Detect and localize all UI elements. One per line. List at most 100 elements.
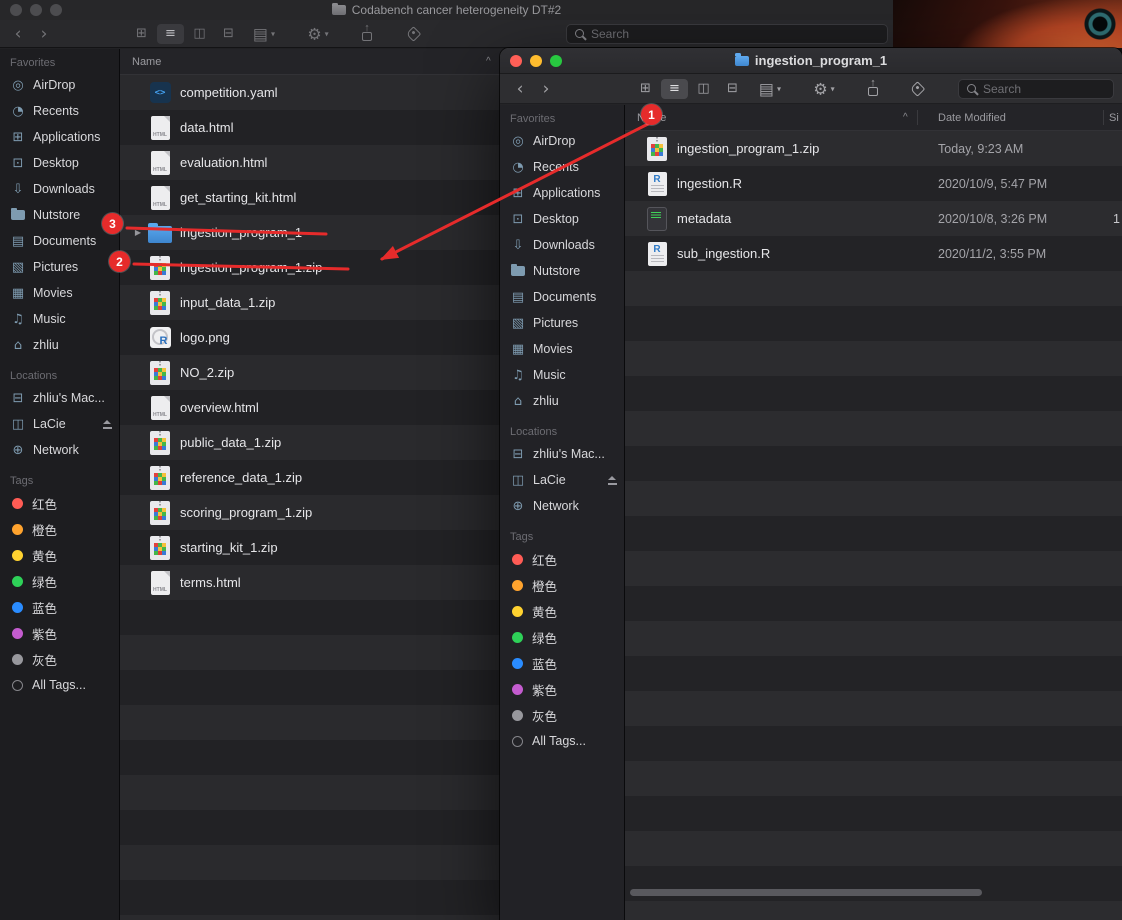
close-button[interactable]	[510, 55, 522, 67]
sidebar-item-desktop[interactable]: ⊡Desktop	[0, 150, 119, 176]
sidebar-item-downloads[interactable]: ⇩Downloads	[500, 232, 624, 258]
sidebar-tag-orange[interactable]: 橙色	[500, 572, 624, 598]
horizontal-scrollbar[interactable]	[630, 889, 982, 896]
yellow-tag-icon	[12, 550, 23, 561]
sidebar-item-documents[interactable]: ▤Documents	[500, 284, 624, 310]
search-icon	[574, 28, 586, 40]
minimize-button[interactable]	[30, 4, 42, 16]
file-row[interactable]: sub_ingestion.R 2020/11/2, 3:55 PM	[625, 236, 1122, 271]
sidebar-item-mac[interactable]: ⊟zhliu's Mac...	[500, 441, 624, 467]
zoom-button[interactable]	[550, 55, 562, 67]
sidebar-item-desktop[interactable]: ⊡Desktop	[500, 206, 624, 232]
group-button[interactable]: ▤▾	[752, 79, 788, 98]
name-column-header[interactable]: Name	[132, 56, 161, 68]
close-button[interactable]	[10, 4, 22, 16]
sidebar-item-music[interactable]: ♫Music	[0, 306, 119, 332]
back-button[interactable]: ‹	[6, 23, 30, 45]
sidebar-tag-green[interactable]: 绿色	[500, 624, 624, 650]
sidebar-item-home[interactable]: ⌂zhliu	[0, 332, 119, 358]
sidebar-tag-red[interactable]: 红色	[0, 490, 119, 516]
eject-icon[interactable]	[607, 476, 618, 485]
column-view-button[interactable]: ◫	[186, 24, 213, 44]
sidebar-item-network[interactable]: ⊕Network	[0, 437, 119, 463]
sidebar-tag-red[interactable]: 红色	[500, 546, 624, 572]
tag-button[interactable]	[398, 28, 428, 39]
network-icon: ⊕	[10, 444, 26, 457]
airdrop-icon: ◎	[510, 135, 526, 148]
sidebar-tag-yellow[interactable]: 黄色	[500, 598, 624, 624]
file-name: logo.png	[180, 330, 230, 345]
search-field[interactable]	[958, 79, 1114, 99]
sidebar-item-network[interactable]: ⊕Network	[500, 493, 624, 519]
file-row[interactable]: ingestion_program_1.zip Today, 9:23 AM	[625, 131, 1122, 166]
search-input[interactable]	[591, 27, 880, 41]
name-column-header[interactable]: Name	[637, 112, 666, 124]
sidebar-all-tags[interactable]: All Tags...	[500, 728, 624, 754]
sidebar-item-nutstore[interactable]: Nutstore	[0, 202, 119, 228]
sidebar-item-lacie[interactable]: ◫LaCie	[500, 467, 624, 493]
sidebar-section-locations: Locations	[500, 426, 624, 441]
group-button[interactable]: ▤▾	[246, 24, 282, 43]
minimize-button[interactable]	[530, 55, 542, 67]
sidebar-tag-blue[interactable]: 蓝色	[500, 650, 624, 676]
tag-button[interactable]	[902, 83, 932, 94]
sidebar-tag-green[interactable]: 绿色	[0, 568, 119, 594]
sidebar-item-recents[interactable]: ◔Recents	[0, 98, 119, 124]
disclosure-triangle-icon[interactable]: ▶	[130, 228, 146, 237]
sidebar-item-music[interactable]: ♫Music	[500, 362, 624, 388]
share-button[interactable]	[352, 26, 382, 42]
zoom-button[interactable]	[50, 4, 62, 16]
tag-icon	[405, 26, 421, 42]
sidebar-item-movies[interactable]: ▦Movies	[0, 280, 119, 306]
clock-icon: ◔	[510, 161, 526, 174]
action-gear-button[interactable]: ⚙▾	[298, 24, 338, 43]
icon-view-button[interactable]: ⊞	[632, 79, 659, 99]
front-window-titlebar[interactable]: ingestion_program_1	[500, 48, 1122, 74]
sidebar-item-applications[interactable]: ⊞Applications	[500, 180, 624, 206]
sidebar-tag-purple[interactable]: 紫色	[500, 676, 624, 702]
sidebar-tag-blue[interactable]: 蓝色	[0, 594, 119, 620]
sidebar-item-lacie[interactable]: ◫LaCie	[0, 411, 119, 437]
sidebar-item-documents[interactable]: ▤Documents	[0, 228, 119, 254]
r-file-icon	[648, 172, 667, 196]
size-column-header[interactable]: Si	[1109, 112, 1119, 124]
share-button[interactable]	[858, 81, 888, 97]
sidebar-item-nutstore[interactable]: Nutstore	[500, 258, 624, 284]
forward-button[interactable]: ›	[32, 23, 56, 45]
sidebar-item-recents[interactable]: ◔Recents	[500, 154, 624, 180]
sidebar-tag-purple[interactable]: 紫色	[0, 620, 119, 646]
sidebar-item-home[interactable]: ⌂zhliu	[500, 388, 624, 414]
sidebar-item-pictures[interactable]: ▧Pictures	[0, 254, 119, 280]
list-view-button[interactable]: ≡	[661, 79, 688, 99]
search-input[interactable]	[983, 82, 1106, 96]
list-view-button[interactable]: ≡	[157, 24, 184, 44]
sidebar-tag-gray[interactable]: 灰色	[500, 702, 624, 728]
gallery-view-button[interactable]: ⊟	[215, 24, 242, 44]
sidebar-item-movies[interactable]: ▦Movies	[500, 336, 624, 362]
icon-view-button[interactable]: ⊞	[128, 24, 155, 44]
action-gear-button[interactable]: ⚙▾	[804, 79, 844, 98]
sidebar-item-downloads[interactable]: ⇩Downloads	[0, 176, 119, 202]
file-name: terms.html	[180, 575, 241, 590]
bg-window-titlebar[interactable]: Codabench cancer heterogeneity DT#2	[0, 0, 893, 20]
eject-icon[interactable]	[102, 420, 113, 429]
blue-tag-icon	[12, 602, 23, 613]
file-row[interactable]: ingestion.R 2020/10/9, 5:47 PM	[625, 166, 1122, 201]
sidebar-item-applications[interactable]: ⊞Applications	[0, 124, 119, 150]
sidebar-item-airdrop[interactable]: ◎AirDrop	[0, 72, 119, 98]
file-row[interactable]: metadata 2020/10/8, 3:26 PM 1	[625, 201, 1122, 236]
music-icon: ♫	[510, 369, 526, 382]
gallery-view-button[interactable]: ⊟	[719, 79, 746, 99]
sidebar-item-pictures[interactable]: ▧Pictures	[500, 310, 624, 336]
forward-button[interactable]: ›	[534, 78, 558, 100]
column-view-button[interactable]: ◫	[690, 79, 717, 99]
date-modified-column-header[interactable]: Date Modified	[938, 112, 1006, 124]
sidebar-tag-orange[interactable]: 橙色	[0, 516, 119, 542]
sidebar-tag-gray[interactable]: 灰色	[0, 646, 119, 672]
back-button[interactable]: ‹	[508, 78, 532, 100]
search-field[interactable]	[566, 24, 888, 44]
sidebar-item-mac[interactable]: ⊟zhliu's Mac...	[0, 385, 119, 411]
sidebar-tag-yellow[interactable]: 黄色	[0, 542, 119, 568]
sidebar-all-tags[interactable]: All Tags...	[0, 672, 119, 698]
sidebar-item-airdrop[interactable]: ◎AirDrop	[500, 128, 624, 154]
